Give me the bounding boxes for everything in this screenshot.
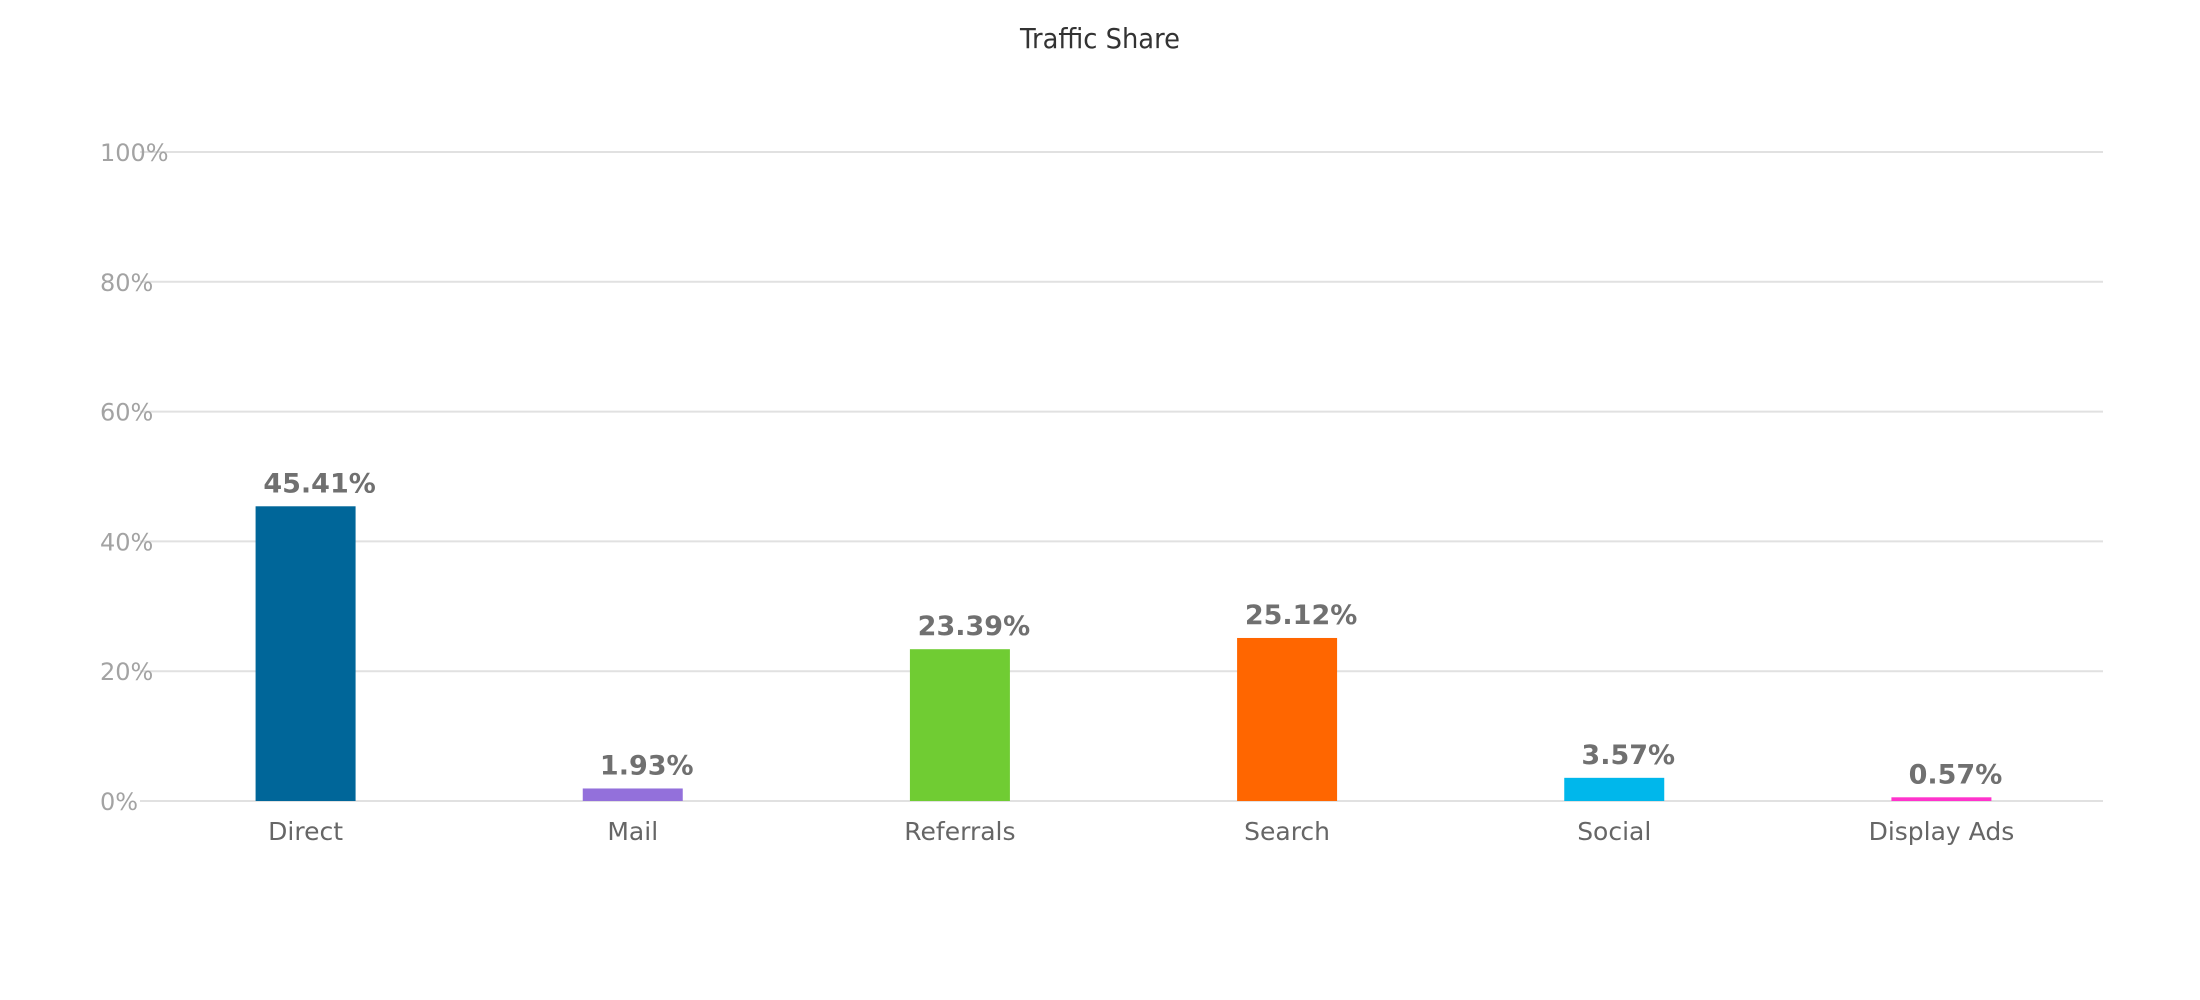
data-labels: 45.41% 1.93% 23.39% 25.12% 3.57% 0.57% — [263, 468, 2002, 790]
data-label: 45.41% — [263, 468, 375, 499]
bar-referrals — [909, 649, 1010, 801]
data-label: 23.39% — [918, 611, 1030, 642]
bar-social — [1564, 777, 1665, 801]
data-label: 0.57% — [1909, 759, 2003, 790]
bar-mail — [582, 788, 683, 801]
bar-direct — [255, 506, 356, 801]
data-label: 3.57% — [1581, 740, 1675, 771]
data-label: 25.12% — [1245, 600, 1357, 631]
bar-chart: 0% 20% 40% 60% 80% 100% 45.41% 1.93% 23.39% 25.1… — [100, 139, 2103, 846]
x-tick-label: Mail — [607, 817, 658, 846]
y-tick-label: 20% — [100, 658, 153, 686]
bar-display-ads — [1891, 797, 1992, 801]
bar-search — [1237, 637, 1338, 801]
x-tick-label: Display Ads — [1869, 817, 2015, 846]
y-tick-label: 80% — [100, 269, 153, 297]
x-tick-label: Search — [1244, 817, 1330, 846]
x-tick-label: Social — [1577, 817, 1651, 846]
bars — [255, 506, 1992, 801]
y-tick-label: 100% — [100, 139, 169, 167]
x-axis-ticks: Direct Mail Referrals Search Social Display A… — [268, 817, 2014, 846]
gridlines — [140, 151, 2103, 802]
y-tick-label: 60% — [100, 399, 153, 427]
y-tick-label: 0% — [100, 788, 138, 816]
y-axis-ticks: 0% 20% 40% 60% 80% 100% — [100, 139, 169, 816]
data-label: 1.93% — [600, 750, 694, 781]
x-tick-label: Direct — [268, 817, 343, 846]
x-tick-label: Referrals — [904, 817, 1015, 846]
y-tick-label: 40% — [100, 528, 153, 556]
